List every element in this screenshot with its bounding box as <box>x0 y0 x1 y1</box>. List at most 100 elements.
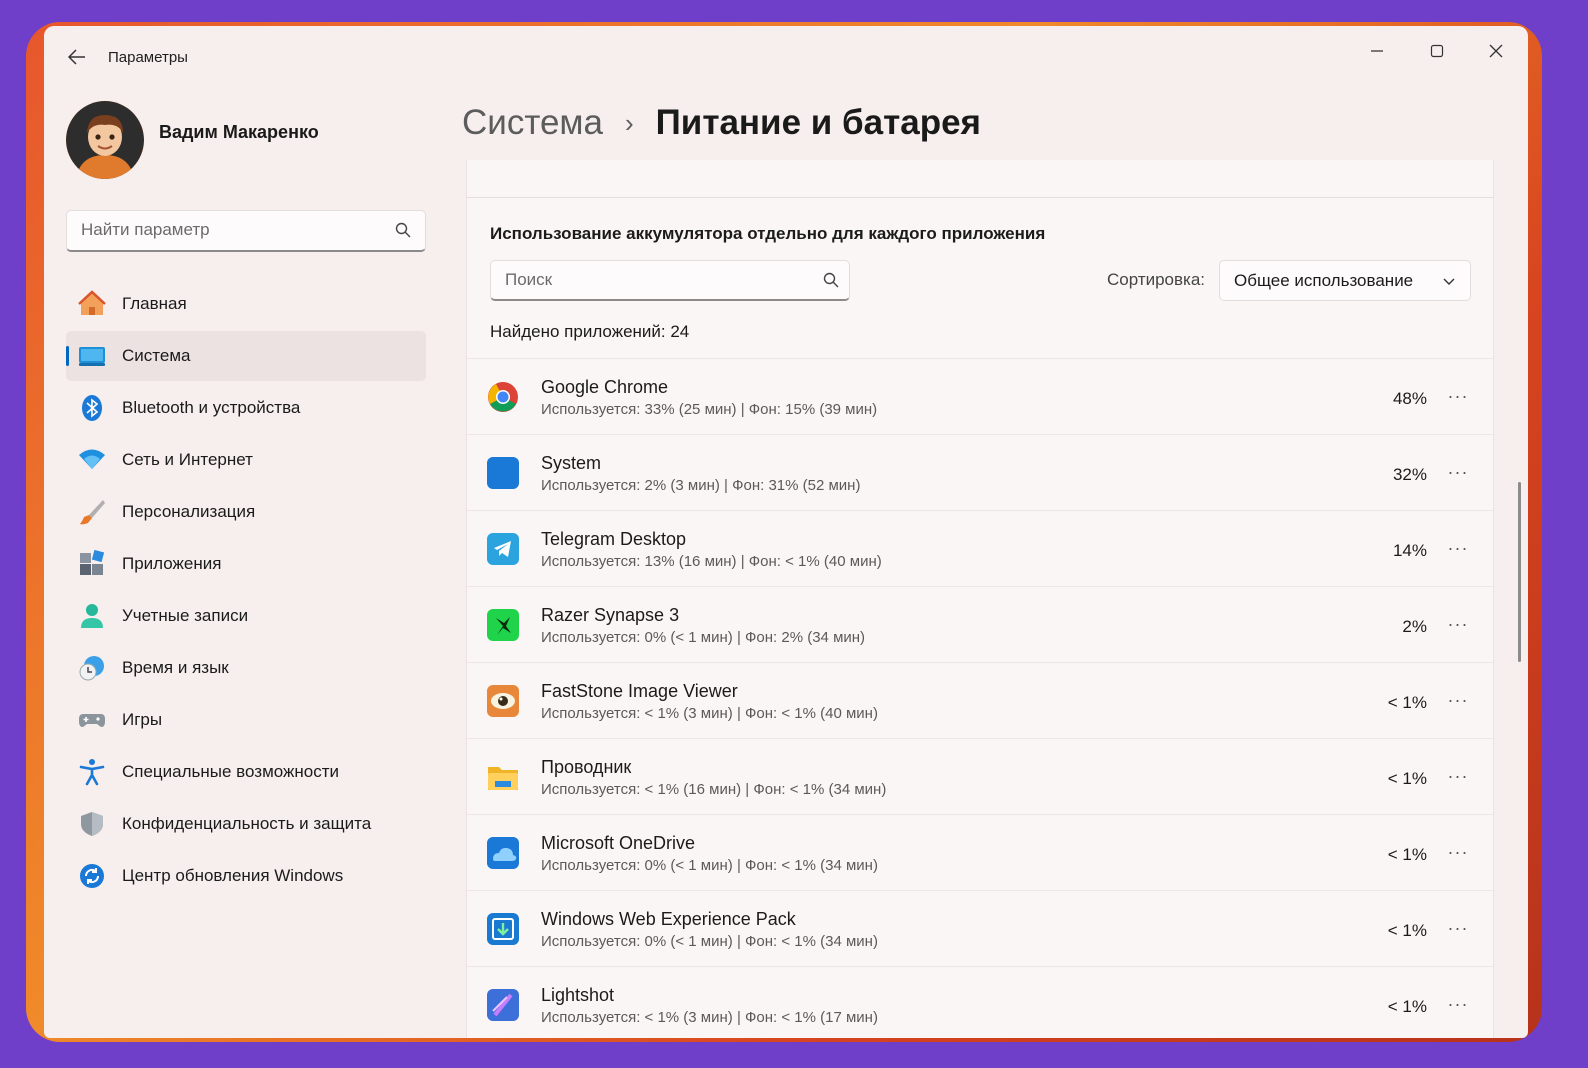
breadcrumb-separator: › <box>624 107 634 138</box>
user-name: Вадим Макаренко <box>159 122 319 142</box>
app-usage-percent: < 1% <box>1387 845 1427 864</box>
app-row-web-experience-pack[interactable]: Windows Web Experience Pack Используется… <box>467 890 1493 966</box>
settings-search[interactable] <box>66 210 426 252</box>
app-usage-detail: Используется: 0% (< 1 мин) | Фон: < 1% (… <box>541 857 878 874</box>
sort-value: Общее использование <box>1234 270 1414 290</box>
sidebar-item-label: Персонализация <box>122 502 256 521</box>
apps-found-count: Найдено приложений: 24 <box>490 322 690 341</box>
wifi-icon <box>78 446 106 474</box>
app-usage-percent: 48% <box>1392 389 1427 408</box>
sidebar-item-network[interactable]: Сеть и Интернет <box>66 435 426 485</box>
collapsed-section-header <box>467 160 1493 198</box>
sidebar-item-label: Время и язык <box>122 658 229 677</box>
app-row-telegram-desktop[interactable]: Telegram Desktop Используется: 13% (16 м… <box>467 510 1493 586</box>
app-row-system[interactable]: System Используется: 2% (3 мин) | Фон: 3… <box>467 434 1493 510</box>
app-usage-detail: Используется: < 1% (16 мин) | Фон: < 1% … <box>541 781 887 798</box>
more-options-icon[interactable]: ··· <box>1443 991 1473 1017</box>
more-options-icon[interactable]: ··· <box>1443 687 1473 713</box>
app-search-input[interactable] <box>491 261 791 298</box>
more-options-icon[interactable]: ··· <box>1443 535 1473 561</box>
app-title: Параметры <box>108 49 188 66</box>
explorer-icon <box>487 761 519 793</box>
system-app-icon <box>487 457 519 489</box>
app-name: Microsoft OneDrive <box>541 833 696 853</box>
home-icon <box>78 290 106 318</box>
shield-icon <box>78 810 106 838</box>
user-avatar-icon <box>66 101 144 179</box>
sort-label: Сортировка: <box>1107 270 1206 289</box>
app-name: Telegram Desktop <box>541 529 687 549</box>
app-name: Razer Synapse 3 <box>541 605 680 625</box>
more-options-icon[interactable]: ··· <box>1443 915 1473 941</box>
minimize-icon <box>1371 50 1383 52</box>
sidebar-item-label: Bluetooth и устройства <box>122 398 301 417</box>
sort-dropdown[interactable]: Общее использование <box>1219 260 1471 301</box>
more-options-icon[interactable]: ··· <box>1443 839 1473 865</box>
brush-icon <box>78 498 106 526</box>
more-options-icon[interactable]: ··· <box>1443 383 1473 409</box>
page-title: Питание и батарея <box>655 103 981 142</box>
app-name: Lightshot <box>541 985 615 1005</box>
razer-icon <box>487 609 519 641</box>
scrollbar-thumb[interactable] <box>1518 482 1521 662</box>
search-input[interactable] <box>67 211 367 249</box>
gamepad-icon <box>78 706 106 734</box>
more-options-icon[interactable]: ··· <box>1443 611 1473 637</box>
lightshot-icon <box>487 989 519 1021</box>
more-options-icon[interactable]: ··· <box>1443 459 1473 485</box>
sidebar-item-personalization[interactable]: Персонализация <box>66 487 426 537</box>
search-icon[interactable] <box>823 272 839 293</box>
app-name: System <box>541 453 602 473</box>
title-bar: Параметры <box>44 26 1528 86</box>
accessibility-icon <box>78 758 106 786</box>
web-experience-icon <box>487 913 519 945</box>
section-title: Использование аккумулятора отдельно для … <box>490 224 1046 243</box>
sidebar-item-label: Специальные возможности <box>122 762 340 781</box>
sidebar-item-label: Главная <box>122 294 187 313</box>
sidebar-item-label: Сеть и Интернет <box>122 450 253 469</box>
telegram-icon <box>487 533 519 565</box>
app-row-lightshot[interactable]: Lightshot Используется: < 1% (3 мин) | Ф… <box>467 966 1493 1038</box>
sidebar-item-gaming[interactable]: Игры <box>66 695 426 745</box>
sidebar-item-label: Учетные записи <box>122 606 249 625</box>
sidebar-item-time-language[interactable]: Время и язык <box>66 643 426 693</box>
sidebar-item-bluetooth[interactable]: Bluetooth и устройства <box>66 383 426 433</box>
back-button[interactable] <box>62 42 92 72</box>
search-icon[interactable] <box>395 222 411 243</box>
onedrive-icon <box>487 837 519 869</box>
minimize-button[interactable] <box>1354 34 1400 68</box>
app-list: Google Chrome Используется: 33% (25 мин)… <box>467 358 1493 1038</box>
sidebar-item-windows-update[interactable]: Центр обновления Windows <box>66 851 426 901</box>
app-row-faststone[interactable]: FastStone Image Viewer Используется: < 1… <box>467 662 1493 738</box>
app-usage-percent: < 1% <box>1387 769 1427 788</box>
sidebar-item-accounts[interactable]: Учетные записи <box>66 591 426 641</box>
close-button[interactable] <box>1473 34 1519 68</box>
app-usage-detail: Используется: 0% (< 1 мин) | Фон: < 1% (… <box>541 933 878 950</box>
app-usage-percent: < 1% <box>1387 921 1427 940</box>
app-usage-detail: Используется: 0% (< 1 мин) | Фон: 2% (34… <box>541 629 866 646</box>
bluetooth-icon <box>78 394 106 422</box>
more-options-icon[interactable]: ··· <box>1443 763 1473 789</box>
app-row-explorer[interactable]: Проводник Используется: < 1% (16 мин) | … <box>467 738 1493 814</box>
sidebar-item-accessibility[interactable]: Специальные возможности <box>66 747 426 797</box>
app-name: FastStone Image Viewer <box>541 681 738 701</box>
sidebar-item-apps[interactable]: Приложения <box>66 539 426 589</box>
app-row-razer-synapse[interactable]: Razer Synapse 3 Используется: 0% (< 1 ми… <box>467 586 1493 662</box>
app-row-onedrive[interactable]: Microsoft OneDrive Используется: 0% (< 1… <box>467 814 1493 890</box>
app-name: Google Chrome <box>541 377 669 397</box>
breadcrumb-parent[interactable]: Система <box>462 103 603 143</box>
app-usage-percent: 14% <box>1392 541 1427 560</box>
sidebar-item-privacy[interactable]: Конфиденциальность и защита <box>66 799 426 849</box>
sidebar-item-label: Конфиденциальность и защита <box>122 814 372 833</box>
avatar[interactable] <box>66 101 144 179</box>
chrome-icon <box>487 381 519 413</box>
sidebar-item-system[interactable]: Система <box>66 331 426 381</box>
maximize-button[interactable] <box>1414 34 1460 68</box>
breadcrumb: Система › Питание и батарея <box>462 98 981 148</box>
apps-icon <box>78 550 106 578</box>
app-usage-detail: Используется: < 1% (3 мин) | Фон: < 1% (… <box>541 1009 878 1026</box>
app-row-google-chrome[interactable]: Google Chrome Используется: 33% (25 мин)… <box>467 358 1493 434</box>
app-search[interactable] <box>490 260 850 301</box>
sidebar-item-home[interactable]: Главная <box>66 279 426 329</box>
sidebar-item-label: Игры <box>122 710 163 729</box>
